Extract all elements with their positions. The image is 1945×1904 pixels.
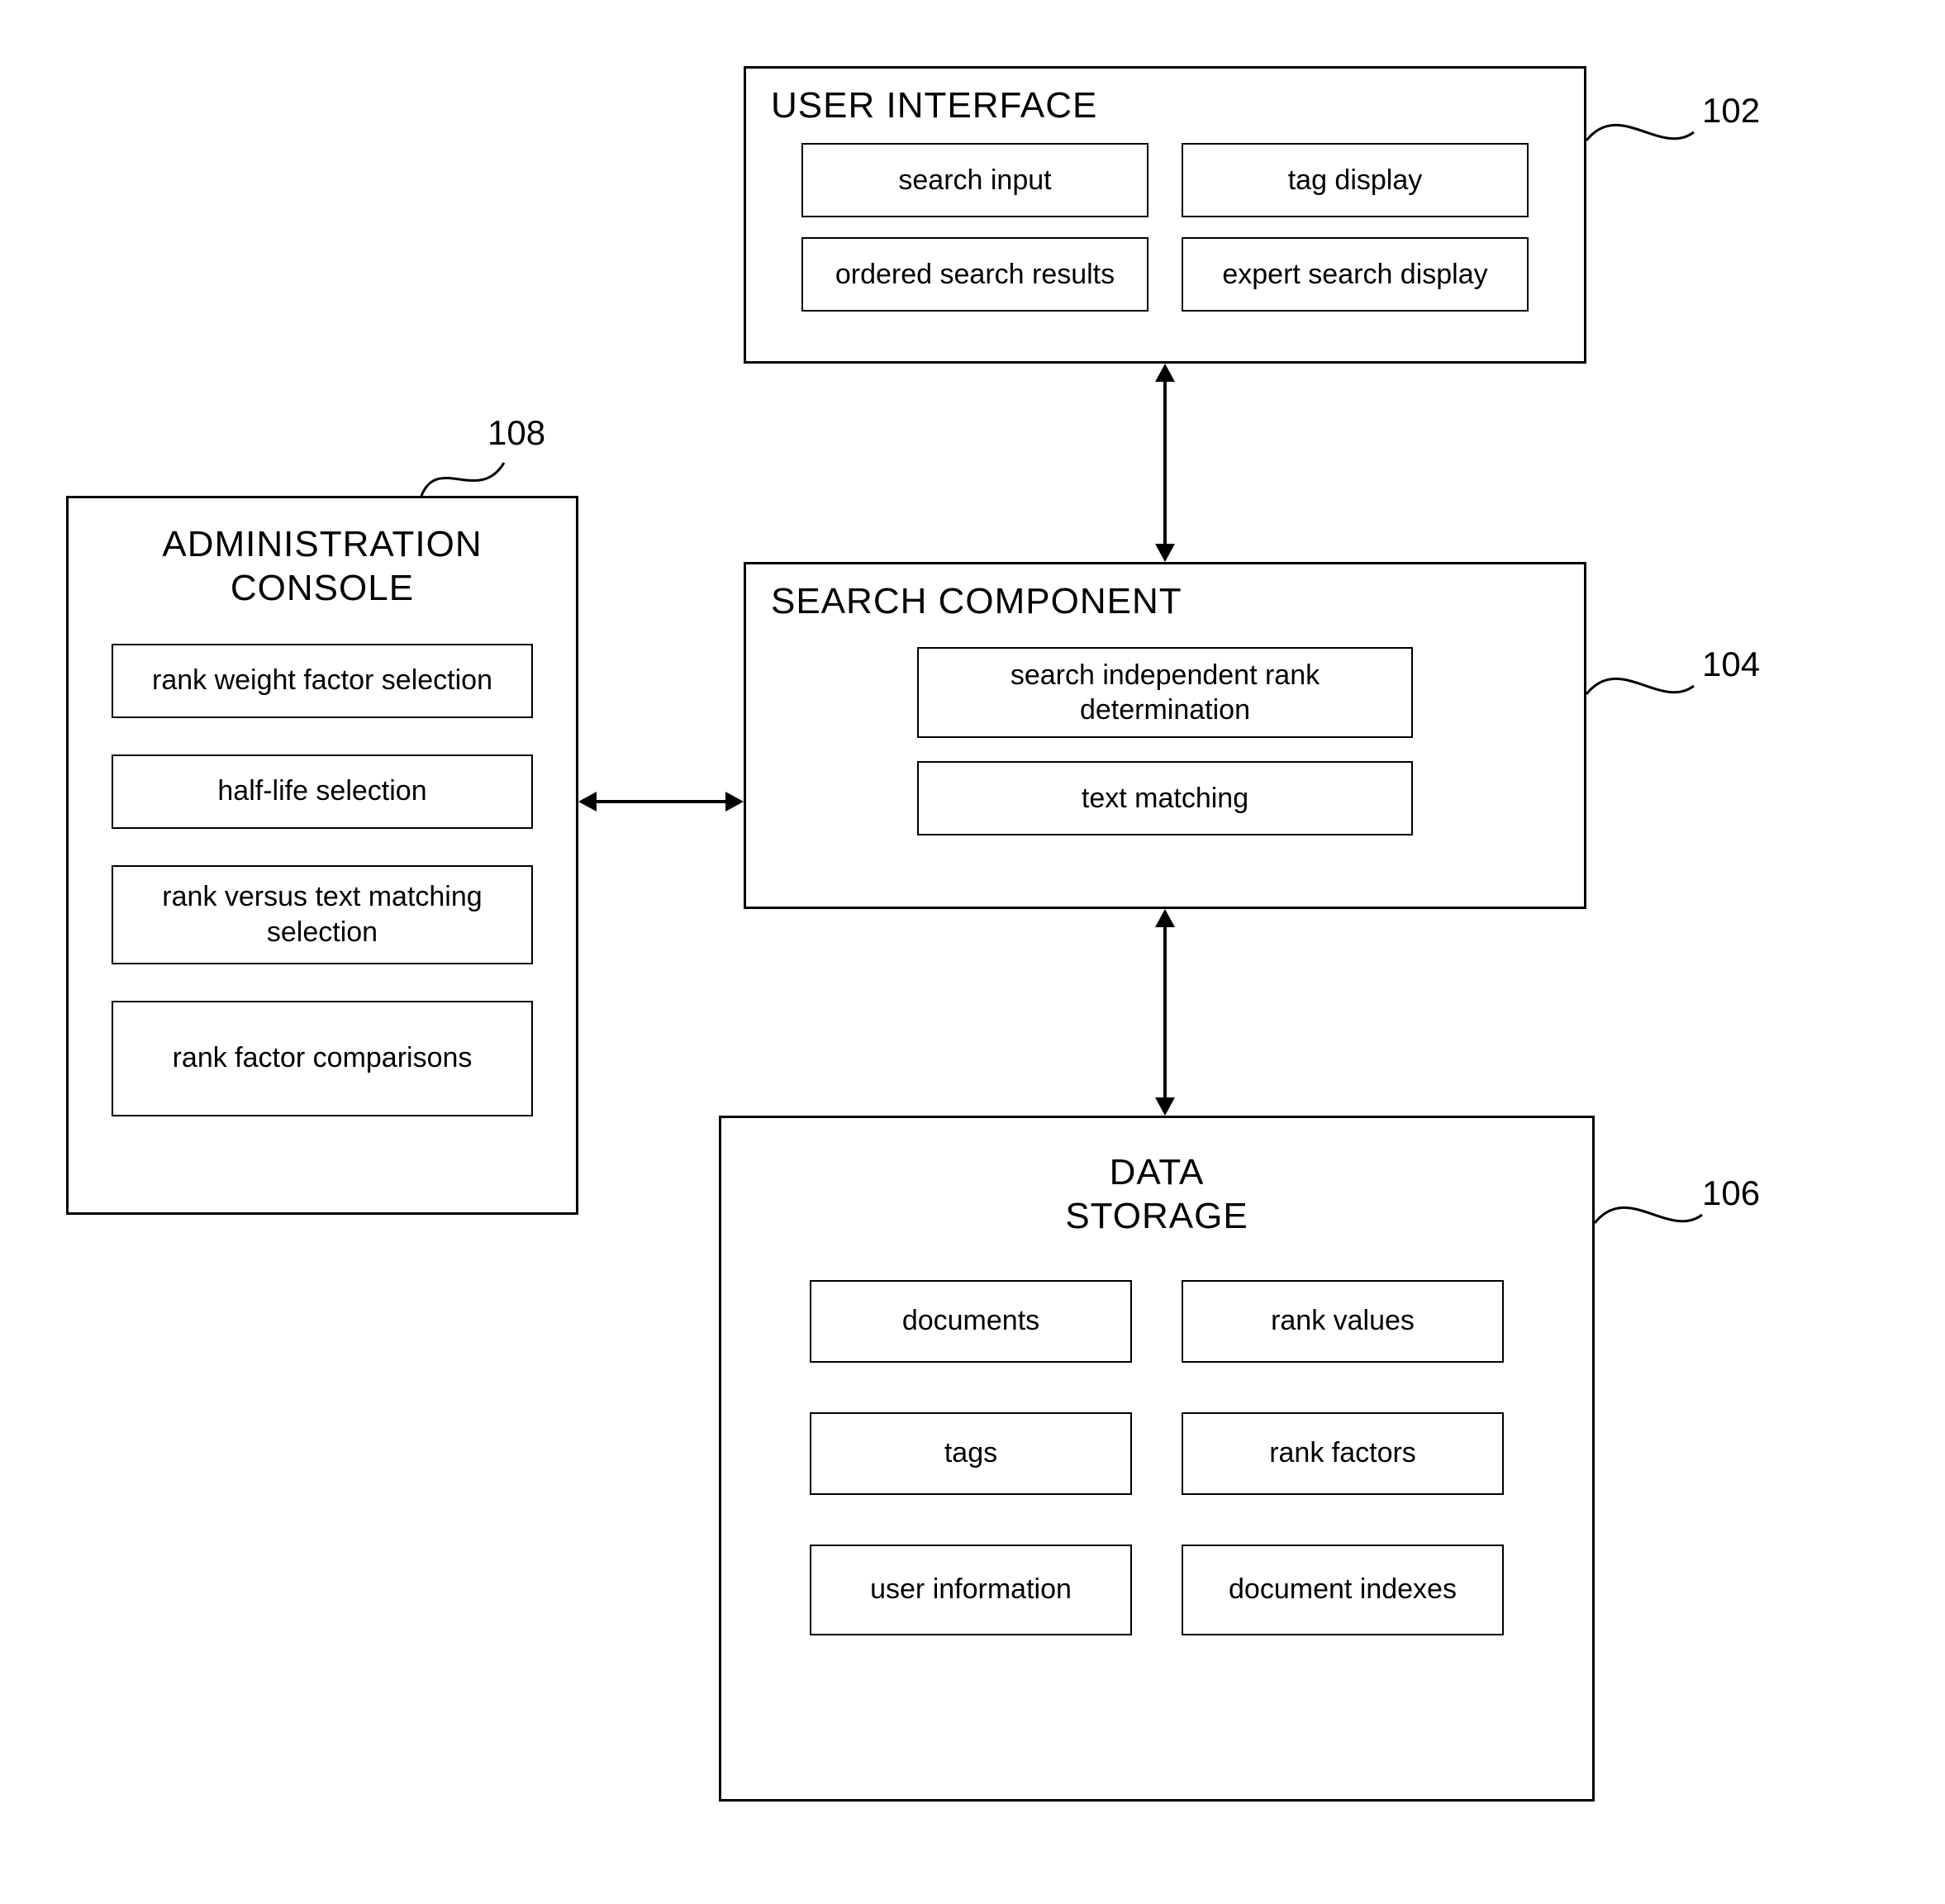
rank-comparisons-item: rank factor comparisons [112, 1001, 533, 1116]
callout-104 [1586, 661, 1702, 727]
tag-display-item: tag display [1182, 143, 1529, 217]
half-life-item: half-life selection [112, 754, 533, 829]
admin-console-title: ADMINISTRATION CONSOLE [69, 498, 576, 619]
data-storage-box: DATA STORAGE documents rank values tags … [719, 1116, 1595, 1802]
rank-values-item: rank values [1182, 1280, 1504, 1363]
arrow-ui-search [1148, 364, 1182, 562]
ordered-search-results-item: ordered search results [801, 237, 1148, 312]
arrow-admin-search [578, 785, 744, 818]
tags-item: tags [810, 1412, 1132, 1495]
callout-108 [413, 446, 512, 512]
callout-106 [1595, 1190, 1710, 1256]
callout-102 [1586, 107, 1702, 174]
arrow-search-data [1148, 909, 1182, 1116]
text-matching-item: text matching [917, 761, 1413, 835]
documents-item: documents [810, 1280, 1132, 1363]
rank-weight-item: rank weight factor selection [112, 644, 533, 718]
expert-search-display-item: expert search display [1182, 237, 1529, 312]
rank-vs-text-item: rank versus text matching selection [112, 865, 533, 964]
document-indexes-item: document indexes [1182, 1545, 1504, 1635]
user-information-item: user information [810, 1545, 1132, 1635]
search-component-title: SEARCH COMPONENT [746, 564, 1584, 631]
ref-102: 102 [1702, 91, 1760, 131]
user-interface-box: USER INTERFACE search input tag display … [744, 66, 1586, 364]
ref-106: 106 [1702, 1173, 1760, 1213]
data-storage-title: DATA STORAGE [721, 1118, 1592, 1247]
search-input-item: search input [801, 143, 1148, 217]
search-component-box: SEARCH COMPONENT search independent rank… [744, 562, 1586, 909]
rank-factors-item: rank factors [1182, 1412, 1504, 1495]
ref-104: 104 [1702, 645, 1760, 684]
user-interface-title: USER INTERFACE [746, 69, 1584, 135]
admin-console-box: ADMINISTRATION CONSOLE rank weight facto… [66, 496, 578, 1215]
sird-item: search independent rank determination [917, 647, 1413, 738]
